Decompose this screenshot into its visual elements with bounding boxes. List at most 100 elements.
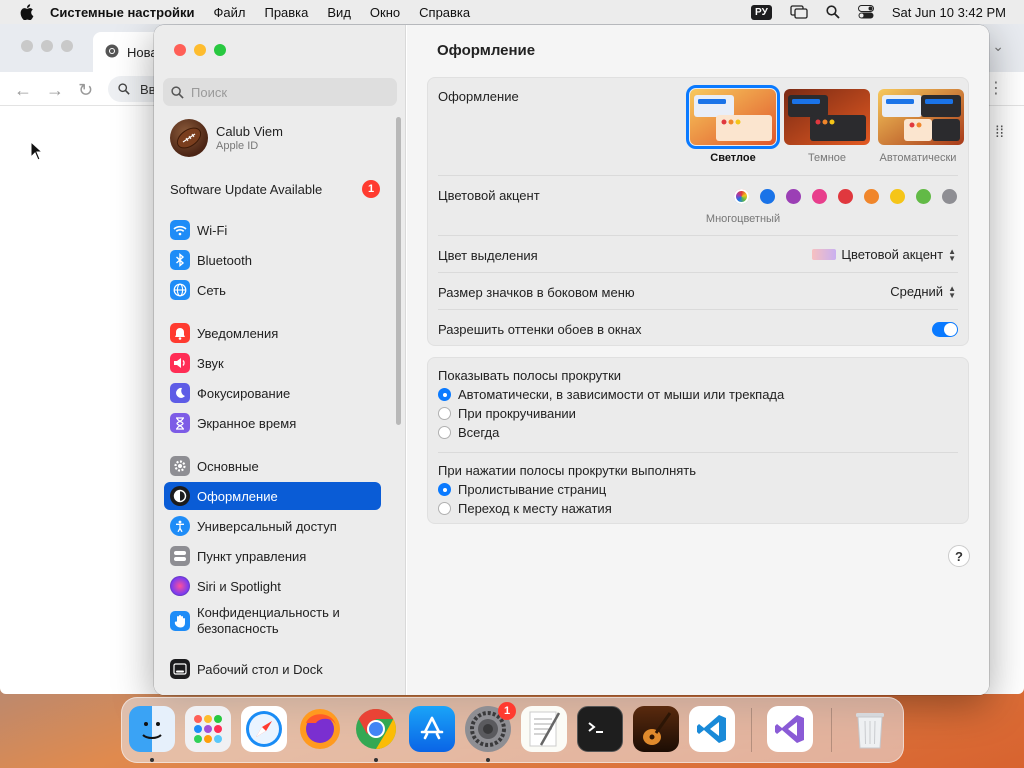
radio-indicator xyxy=(438,483,451,496)
menu-app-name[interactable]: Системные настройки xyxy=(50,5,195,20)
accent-orange-swatch[interactable] xyxy=(864,189,879,204)
wallpaper-tinting-label: Разрешить оттенки обоев в окнах xyxy=(438,322,642,337)
safari-compass-icon xyxy=(246,711,282,747)
spotlight-search-icon[interactable] xyxy=(826,5,840,19)
accent-yellow-swatch[interactable] xyxy=(890,189,905,204)
dock-firefox[interactable] xyxy=(297,706,343,752)
forward-arrow-icon[interactable]: → xyxy=(46,80,64,101)
software-update-item[interactable]: Software Update Available 1 xyxy=(170,180,380,198)
wallpaper-tinting-toggle[interactable] xyxy=(932,322,958,337)
appearance-dark-option[interactable] xyxy=(784,89,870,145)
input-source-indicator[interactable]: РУ xyxy=(751,4,772,20)
menu-view[interactable]: Вид xyxy=(327,5,351,20)
dock-app-store[interactable] xyxy=(409,706,455,752)
sidebar-item-notifications[interactable]: Уведомления xyxy=(164,319,381,347)
updown-chevron-icon: ▲ ▼ xyxy=(948,246,956,263)
scroll-click-page-radio[interactable]: Пролистывание страниц xyxy=(438,482,606,497)
zoom-button[interactable] xyxy=(214,44,226,56)
control-center-icon[interactable] xyxy=(857,5,874,19)
dock-terminal[interactable] xyxy=(577,706,623,752)
menu-bar: Системные настройки Файл Правка Вид Окно… xyxy=(0,0,1024,24)
browser-zoom-button[interactable] xyxy=(61,40,73,52)
appearance-auto-option[interactable] xyxy=(878,89,964,145)
sidebar-icon-size-popup[interactable]: Средний ▲ ▼ xyxy=(890,284,956,299)
sidebar-item-siri-spotlight[interactable]: Siri и Spotlight xyxy=(164,572,381,600)
menu-edit[interactable]: Правка xyxy=(264,5,308,20)
running-indicator xyxy=(486,758,490,762)
help-button[interactable]: ? xyxy=(948,545,970,567)
sidebar-item-label: Пункт управления xyxy=(197,548,307,564)
speaker-icon xyxy=(170,353,190,373)
scrollbar-settings-group: Показывать полосы прокрутки Автоматическ… xyxy=(427,357,969,524)
sidebar-item-focus[interactable]: Фокусирование xyxy=(164,379,381,407)
sidebar-item-network[interactable]: Сеть xyxy=(164,276,381,304)
apps-grid-icon[interactable]: ⁞⁞ xyxy=(995,124,1004,142)
dock: 1 xyxy=(121,697,904,763)
apple-id-account[interactable]: Calub Viem Apple ID xyxy=(170,119,283,157)
sidebar-search[interactable] xyxy=(163,78,397,106)
accent-green-swatch[interactable] xyxy=(916,189,931,204)
browser-close-button[interactable] xyxy=(21,40,33,52)
sidebar-item-label: Bluetooth xyxy=(197,252,252,268)
scrollbars-auto-radio[interactable]: Автоматически, в зависимости от мыши или… xyxy=(438,387,784,402)
sidebar-item-bluetooth[interactable]: Bluetooth xyxy=(164,246,381,274)
dock-safari[interactable] xyxy=(241,706,287,752)
dock-chrome[interactable] xyxy=(353,706,399,752)
dock-launchpad[interactable] xyxy=(185,706,231,752)
dock-garageband[interactable] xyxy=(633,706,679,752)
accent-red-swatch[interactable] xyxy=(838,189,853,204)
dock-visual-studio[interactable] xyxy=(767,706,813,752)
accent-purple-swatch[interactable] xyxy=(786,189,801,204)
dock-vscode[interactable] xyxy=(689,706,735,752)
accent-multicolor-swatch[interactable] xyxy=(734,189,749,204)
search-input[interactable] xyxy=(191,84,391,100)
browser-menu-icon[interactable]: ⋮ xyxy=(988,78,1004,98)
sidebar-item-screen-time[interactable]: Экранное время xyxy=(164,409,381,437)
sidebar-item-control-center[interactable]: Пункт управления xyxy=(164,542,381,570)
dock-textedit[interactable] xyxy=(521,706,567,752)
appearance-light-option[interactable] xyxy=(686,85,780,149)
sidebar-item-label: Фокусирование xyxy=(197,385,291,401)
highlight-color-popup[interactable]: Цветовой акцент ▲ ▼ xyxy=(812,247,956,262)
back-arrow-icon[interactable]: ← xyxy=(14,80,32,101)
accent-pink-swatch[interactable] xyxy=(812,189,827,204)
sidebar-item-label: Сеть xyxy=(197,282,226,298)
accent-graphite-swatch[interactable] xyxy=(942,189,957,204)
browser-minimize-button[interactable] xyxy=(41,40,53,52)
sidebar-item-general[interactable]: Основные xyxy=(164,452,381,480)
sidebar-item-sound[interactable]: Звук xyxy=(164,349,381,377)
sidebar-item-desktop-dock[interactable]: Рабочий стол и Dock xyxy=(164,655,381,683)
radio-indicator xyxy=(438,407,451,420)
divider xyxy=(438,272,958,273)
menu-window[interactable]: Окно xyxy=(370,5,400,20)
menu-help[interactable]: Справка xyxy=(419,5,470,20)
account-subtitle: Apple ID xyxy=(216,140,259,152)
reload-icon[interactable]: ↻ xyxy=(78,80,93,101)
sidebar-scrollbar[interactable] xyxy=(396,117,401,425)
scrollbars-scrolling-radio[interactable]: При прокручивании xyxy=(438,406,576,421)
dock-trash[interactable] xyxy=(847,706,893,752)
screen-mirroring-icon[interactable] xyxy=(790,5,808,19)
terminal-prompt-icon xyxy=(588,722,603,733)
menu-clock[interactable]: Sat Jun 10 3:42 PM xyxy=(892,5,1006,20)
dock-finder[interactable] xyxy=(129,706,175,752)
tab-list-chevron-icon[interactable]: ⌄ xyxy=(992,38,1004,55)
launchpad-grid-icon xyxy=(194,715,222,743)
minimize-button[interactable] xyxy=(194,44,206,56)
sidebar-item-privacy-security[interactable]: Конфиденциальность и безопасность xyxy=(164,603,381,639)
accent-blue-swatch[interactable] xyxy=(760,189,775,204)
apple-menu-icon[interactable] xyxy=(19,4,35,20)
highlight-swatch xyxy=(812,249,837,260)
menu-file[interactable]: Файл xyxy=(214,5,246,20)
scrollbars-always-radio[interactable]: Всегда xyxy=(438,425,499,440)
appearance-pane: Оформление Оформление Светлое Темное Авт… xyxy=(407,25,989,695)
sidebar-item-appearance[interactable]: Оформление xyxy=(164,482,381,510)
sidebar-icon-size-label: Размер значков в боковом меню xyxy=(438,285,635,300)
appearance-label: Оформление xyxy=(438,89,519,104)
show-scrollbars-label: Показывать полосы прокрутки xyxy=(438,368,622,383)
close-button[interactable] xyxy=(174,44,186,56)
scroll-click-jump-radio[interactable]: Переход к месту нажатия xyxy=(438,501,612,516)
sidebar-item-accessibility[interactable]: Универсальный доступ xyxy=(164,512,381,540)
trash-icon xyxy=(856,713,884,749)
sidebar-item-wifi[interactable]: Wi-Fi xyxy=(164,216,381,244)
